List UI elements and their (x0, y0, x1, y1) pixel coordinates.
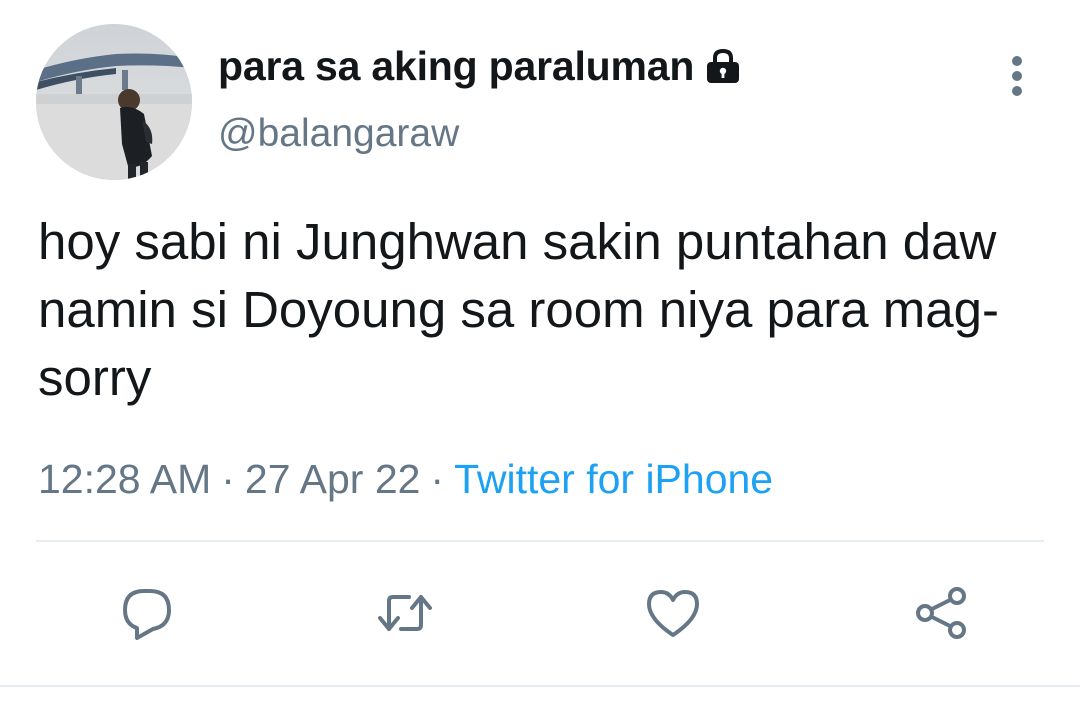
lock-icon (704, 47, 742, 85)
divider (36, 540, 1044, 542)
tweet-source-link[interactable]: Twitter for iPhone (454, 456, 773, 502)
action-bar (0, 578, 1080, 648)
tweet-date: 27 Apr 22 (244, 456, 421, 502)
meta-separator: · (221, 456, 235, 502)
tweet-time: 12:28 AM (38, 456, 212, 502)
reply-bubble-icon (123, 589, 171, 640)
retweet-button[interactable] (370, 578, 440, 648)
tweet-meta: 12:28 AM · 27 Apr 22 · Twitter for iPhone (38, 456, 773, 503)
meta-separator: · (430, 456, 445, 502)
bottom-divider (0, 685, 1080, 687)
author-name-row: para sa aking paraluman (218, 42, 742, 90)
share-icon (916, 587, 966, 639)
author-display-name[interactable]: para sa aking paraluman (218, 43, 694, 90)
retweet-icon (378, 595, 432, 631)
author-handle[interactable]: @balangaraw (218, 112, 459, 156)
avatar-photo (36, 24, 192, 180)
reply-button[interactable] (112, 578, 182, 648)
like-button[interactable] (638, 578, 708, 648)
tweet-text: hoy sabi ni Junghwan sakin puntahan daw … (38, 213, 999, 406)
avatar[interactable] (36, 24, 192, 180)
heart-icon (647, 590, 699, 637)
share-button[interactable] (906, 578, 976, 648)
vertical-ellipsis-icon[interactable] (1000, 54, 1034, 98)
